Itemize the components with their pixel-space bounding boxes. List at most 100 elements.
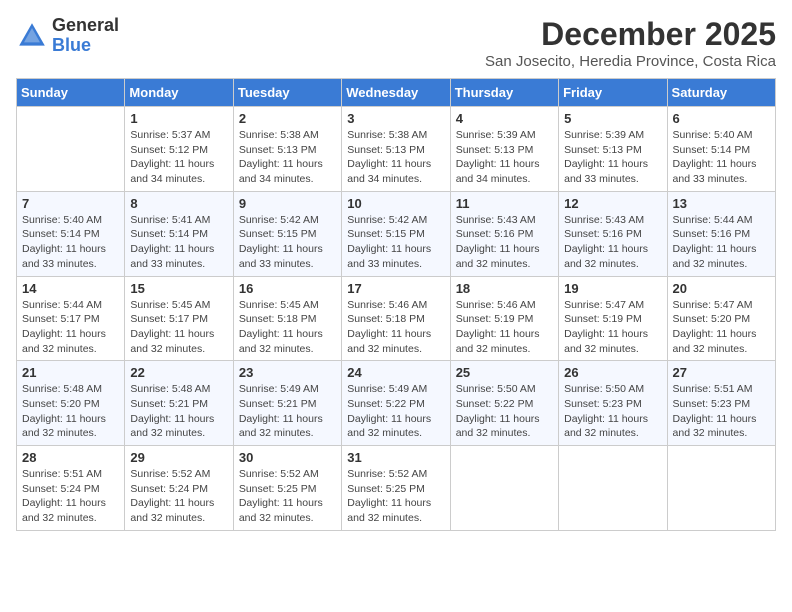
day-number: 8 — [130, 196, 227, 211]
calendar-cell: 21Sunrise: 5:48 AM Sunset: 5:20 PM Dayli… — [17, 361, 125, 446]
calendar-cell: 30Sunrise: 5:52 AM Sunset: 5:25 PM Dayli… — [233, 446, 341, 531]
calendar-week-1: 1 Sunrise: 5:37 AM Sunset: 5:12 PM Daylig… — [17, 107, 776, 192]
cell-info: Sunrise: 5:48 AM Sunset: 5:20 PM Dayligh… — [22, 382, 119, 441]
header-day-friday: Friday — [559, 79, 667, 107]
calendar-cell — [667, 446, 775, 531]
cell-info: Sunrise: 5:46 AM Sunset: 5:18 PM Dayligh… — [347, 298, 444, 357]
calendar-cell: 6 Sunrise: 5:40 AM Sunset: 5:14 PM Daylig… — [667, 107, 775, 192]
cell-info: Sunrise: 5:40 AM Sunset: 5:14 PM Dayligh… — [673, 128, 770, 187]
day-number: 12 — [564, 196, 661, 211]
day-number: 31 — [347, 450, 444, 465]
cell-info: Sunrise: 5:44 AM Sunset: 5:17 PM Dayligh… — [22, 298, 119, 357]
day-number: 5 — [564, 111, 661, 126]
day-number: 10 — [347, 196, 444, 211]
calendar-cell: 27 Sunrise: 5:51 AM Sunset: 5:23 PM Dayli… — [667, 361, 775, 446]
calendar-cell: 8Sunrise: 5:41 AM Sunset: 5:14 PM Daylig… — [125, 191, 233, 276]
calendar-cell: 1 Sunrise: 5:37 AM Sunset: 5:12 PM Daylig… — [125, 107, 233, 192]
header-day-sunday: Sunday — [17, 79, 125, 107]
page-header: General Blue December 2025 San Josecito,… — [16, 16, 776, 70]
calendar-week-4: 21Sunrise: 5:48 AM Sunset: 5:20 PM Dayli… — [17, 361, 776, 446]
day-number: 2 — [239, 111, 336, 126]
day-number: 13 — [673, 196, 770, 211]
day-number: 23 — [239, 365, 336, 380]
day-number: 9 — [239, 196, 336, 211]
calendar-cell: 24 Sunrise: 5:49 AM Sunset: 5:22 PM Dayli… — [342, 361, 450, 446]
cell-info: Sunrise: 5:42 AM Sunset: 5:15 PM Dayligh… — [347, 213, 444, 272]
month-title: December 2025 — [485, 16, 776, 53]
cell-info: Sunrise: 5:37 AM Sunset: 5:12 PM Dayligh… — [130, 128, 227, 187]
cell-info: Sunrise: 5:38 AM Sunset: 5:13 PM Dayligh… — [239, 128, 336, 187]
logo-general: General — [52, 15, 119, 35]
day-number: 16 — [239, 281, 336, 296]
day-number: 20 — [673, 281, 770, 296]
logo-text: General Blue — [52, 16, 119, 56]
logo-blue: Blue — [52, 35, 91, 55]
calendar-cell: 17Sunrise: 5:46 AM Sunset: 5:18 PM Dayli… — [342, 276, 450, 361]
calendar-cell: 16 Sunrise: 5:45 AM Sunset: 5:18 PM Dayli… — [233, 276, 341, 361]
calendar-cell — [17, 107, 125, 192]
cell-info: Sunrise: 5:48 AM Sunset: 5:21 PM Dayligh… — [130, 382, 227, 441]
calendar-cell: 9Sunrise: 5:42 AM Sunset: 5:15 PM Daylig… — [233, 191, 341, 276]
cell-info: Sunrise: 5:47 AM Sunset: 5:19 PM Dayligh… — [564, 298, 661, 357]
cell-info: Sunrise: 5:52 AM Sunset: 5:25 PM Dayligh… — [347, 467, 444, 526]
header-day-tuesday: Tuesday — [233, 79, 341, 107]
calendar-week-2: 7 Sunrise: 5:40 AM Sunset: 5:14 PM Daylig… — [17, 191, 776, 276]
day-number: 26 — [564, 365, 661, 380]
cell-info: Sunrise: 5:47 AM Sunset: 5:20 PM Dayligh… — [673, 298, 770, 357]
cell-info: Sunrise: 5:52 AM Sunset: 5:25 PM Dayligh… — [239, 467, 336, 526]
cell-info: Sunrise: 5:51 AM Sunset: 5:23 PM Dayligh… — [673, 382, 770, 441]
day-number: 1 — [130, 111, 227, 126]
header-row: SundayMondayTuesdayWednesdayThursdayFrid… — [17, 79, 776, 107]
title-block: December 2025 San Josecito, Heredia Prov… — [485, 16, 776, 70]
cell-info: Sunrise: 5:51 AM Sunset: 5:24 PM Dayligh… — [22, 467, 119, 526]
cell-info: Sunrise: 5:49 AM Sunset: 5:21 PM Dayligh… — [239, 382, 336, 441]
logo-icon — [16, 20, 48, 52]
cell-info: Sunrise: 5:43 AM Sunset: 5:16 PM Dayligh… — [564, 213, 661, 272]
calendar-header: SundayMondayTuesdayWednesdayThursdayFrid… — [17, 79, 776, 107]
day-number: 27 — [673, 365, 770, 380]
day-number: 28 — [22, 450, 119, 465]
header-day-saturday: Saturday — [667, 79, 775, 107]
logo: General Blue — [16, 16, 119, 56]
day-number: 7 — [22, 196, 119, 211]
calendar-cell: 15Sunrise: 5:45 AM Sunset: 5:17 PM Dayli… — [125, 276, 233, 361]
cell-info: Sunrise: 5:49 AM Sunset: 5:22 PM Dayligh… — [347, 382, 444, 441]
day-number: 24 — [347, 365, 444, 380]
calendar-week-5: 28 Sunrise: 5:51 AM Sunset: 5:24 PM Dayli… — [17, 446, 776, 531]
calendar-cell: 25Sunrise: 5:50 AM Sunset: 5:22 PM Dayli… — [450, 361, 558, 446]
cell-info: Sunrise: 5:38 AM Sunset: 5:13 PM Dayligh… — [347, 128, 444, 187]
calendar-cell: 18Sunrise: 5:46 AM Sunset: 5:19 PM Dayli… — [450, 276, 558, 361]
calendar-cell: 31 Sunrise: 5:52 AM Sunset: 5:25 PM Dayli… — [342, 446, 450, 531]
calendar-cell: 26Sunrise: 5:50 AM Sunset: 5:23 PM Dayli… — [559, 361, 667, 446]
calendar-cell: 22 Sunrise: 5:48 AM Sunset: 5:21 PM Dayli… — [125, 361, 233, 446]
location-subtitle: San Josecito, Heredia Province, Costa Ri… — [485, 53, 776, 70]
calendar-cell: 5 Sunrise: 5:39 AM Sunset: 5:13 PM Daylig… — [559, 107, 667, 192]
header-day-wednesday: Wednesday — [342, 79, 450, 107]
calendar-cell: 29 Sunrise: 5:52 AM Sunset: 5:24 PM Dayli… — [125, 446, 233, 531]
day-number: 3 — [347, 111, 444, 126]
cell-info: Sunrise: 5:44 AM Sunset: 5:16 PM Dayligh… — [673, 213, 770, 272]
cell-info: Sunrise: 5:52 AM Sunset: 5:24 PM Dayligh… — [130, 467, 227, 526]
day-number: 29 — [130, 450, 227, 465]
calendar-cell: 28 Sunrise: 5:51 AM Sunset: 5:24 PM Dayli… — [17, 446, 125, 531]
calendar-cell: 11 Sunrise: 5:43 AM Sunset: 5:16 PM Dayli… — [450, 191, 558, 276]
cell-info: Sunrise: 5:43 AM Sunset: 5:16 PM Dayligh… — [456, 213, 553, 272]
day-number: 25 — [456, 365, 553, 380]
day-number: 11 — [456, 196, 553, 211]
day-number: 6 — [673, 111, 770, 126]
cell-info: Sunrise: 5:45 AM Sunset: 5:18 PM Dayligh… — [239, 298, 336, 357]
calendar-cell — [450, 446, 558, 531]
cell-info: Sunrise: 5:40 AM Sunset: 5:14 PM Dayligh… — [22, 213, 119, 272]
day-number: 14 — [22, 281, 119, 296]
calendar-cell: 10 Sunrise: 5:42 AM Sunset: 5:15 PM Dayli… — [342, 191, 450, 276]
calendar-cell: 12 Sunrise: 5:43 AM Sunset: 5:16 PM Dayli… — [559, 191, 667, 276]
header-day-thursday: Thursday — [450, 79, 558, 107]
calendar-cell: 14 Sunrise: 5:44 AM Sunset: 5:17 PM Dayli… — [17, 276, 125, 361]
cell-info: Sunrise: 5:39 AM Sunset: 5:13 PM Dayligh… — [564, 128, 661, 187]
calendar-cell: 3 Sunrise: 5:38 AM Sunset: 5:13 PM Daylig… — [342, 107, 450, 192]
day-number: 22 — [130, 365, 227, 380]
header-day-monday: Monday — [125, 79, 233, 107]
calendar-body: 1 Sunrise: 5:37 AM Sunset: 5:12 PM Daylig… — [17, 107, 776, 531]
calendar-week-3: 14 Sunrise: 5:44 AM Sunset: 5:17 PM Dayli… — [17, 276, 776, 361]
cell-info: Sunrise: 5:39 AM Sunset: 5:13 PM Dayligh… — [456, 128, 553, 187]
